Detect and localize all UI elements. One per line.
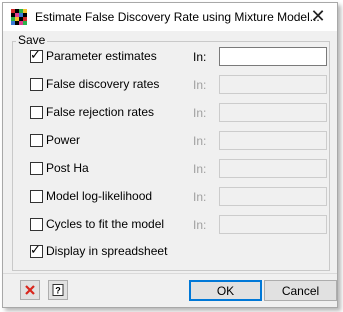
svg-text:?: ? xyxy=(55,286,61,296)
button-bar: ? OK Cancel xyxy=(3,273,337,307)
checkbox-display-in-spreadsheet[interactable]: ✓ xyxy=(30,241,43,258)
check-icon: ✓ xyxy=(30,46,41,62)
close-icon[interactable]: ✕ xyxy=(307,6,329,26)
option-label: Display in spreadsheet xyxy=(46,244,168,258)
checkbox-post-ha[interactable] xyxy=(30,161,43,175)
check-icon: ✓ xyxy=(30,241,41,257)
option-model-log-likelihood[interactable]: Model log-likelihood xyxy=(30,188,152,204)
option-label: False discovery rates xyxy=(46,77,160,91)
parameter-estimates-in-field[interactable] xyxy=(219,47,327,66)
cancel-button[interactable]: Cancel xyxy=(264,280,337,301)
title-bar: Estimate False Discovery Rate using Mixt… xyxy=(3,3,337,31)
option-parameter-estimates[interactable]: ✓ Parameter estimates xyxy=(30,46,157,64)
app-icon xyxy=(11,9,27,25)
option-display-in-spreadsheet[interactable]: ✓ Display in spreadsheet xyxy=(30,241,168,259)
clear-icon xyxy=(25,285,35,295)
in-label: In: xyxy=(193,106,207,120)
in-label: In: xyxy=(193,190,207,204)
checkbox-cycles-to-fit[interactable] xyxy=(30,217,43,231)
clear-button[interactable] xyxy=(20,280,40,300)
option-post-ha[interactable]: Post Ha xyxy=(30,160,89,176)
option-label: Cycles to fit the model xyxy=(46,217,165,231)
help-button[interactable]: ? xyxy=(48,280,68,300)
window-title: Estimate False Discovery Rate using Mixt… xyxy=(35,10,320,24)
option-label: Parameter estimates xyxy=(46,49,157,63)
checkbox-false-discovery-rates[interactable] xyxy=(30,77,43,91)
cycles-to-fit-in-field xyxy=(219,215,327,234)
option-label: Post Ha xyxy=(46,161,89,175)
false-rejection-rates-in-field xyxy=(219,103,327,122)
checkbox-false-rejection-rates[interactable] xyxy=(30,105,43,119)
checkbox-model-log-likelihood[interactable] xyxy=(30,189,43,203)
option-label: Power xyxy=(46,133,81,147)
option-cycles-to-fit[interactable]: Cycles to fit the model xyxy=(30,216,164,232)
option-power[interactable]: Power xyxy=(30,132,80,148)
help-icon: ? xyxy=(52,284,64,296)
in-label: In: xyxy=(193,78,207,92)
dialog: Estimate False Discovery Rate using Mixt… xyxy=(2,2,338,308)
in-label: In: xyxy=(193,218,207,232)
save-group-label: Save xyxy=(16,33,48,47)
checkbox-parameter-estimates[interactable]: ✓ xyxy=(30,46,43,63)
post-ha-in-field xyxy=(219,159,327,178)
option-label: False rejection rates xyxy=(46,105,155,119)
power-in-field xyxy=(219,131,327,150)
ok-button[interactable]: OK xyxy=(189,280,262,301)
false-discovery-rates-in-field xyxy=(219,75,327,94)
model-log-likelihood-in-field xyxy=(219,187,327,206)
checkbox-power[interactable] xyxy=(30,133,43,147)
option-false-rejection-rates[interactable]: False rejection rates xyxy=(30,104,154,120)
in-label: In: xyxy=(193,162,207,176)
in-label: In: xyxy=(193,50,207,64)
in-label: In: xyxy=(193,134,207,148)
option-label: Model log-likelihood xyxy=(46,189,153,203)
option-false-discovery-rates[interactable]: False discovery rates xyxy=(30,76,159,92)
